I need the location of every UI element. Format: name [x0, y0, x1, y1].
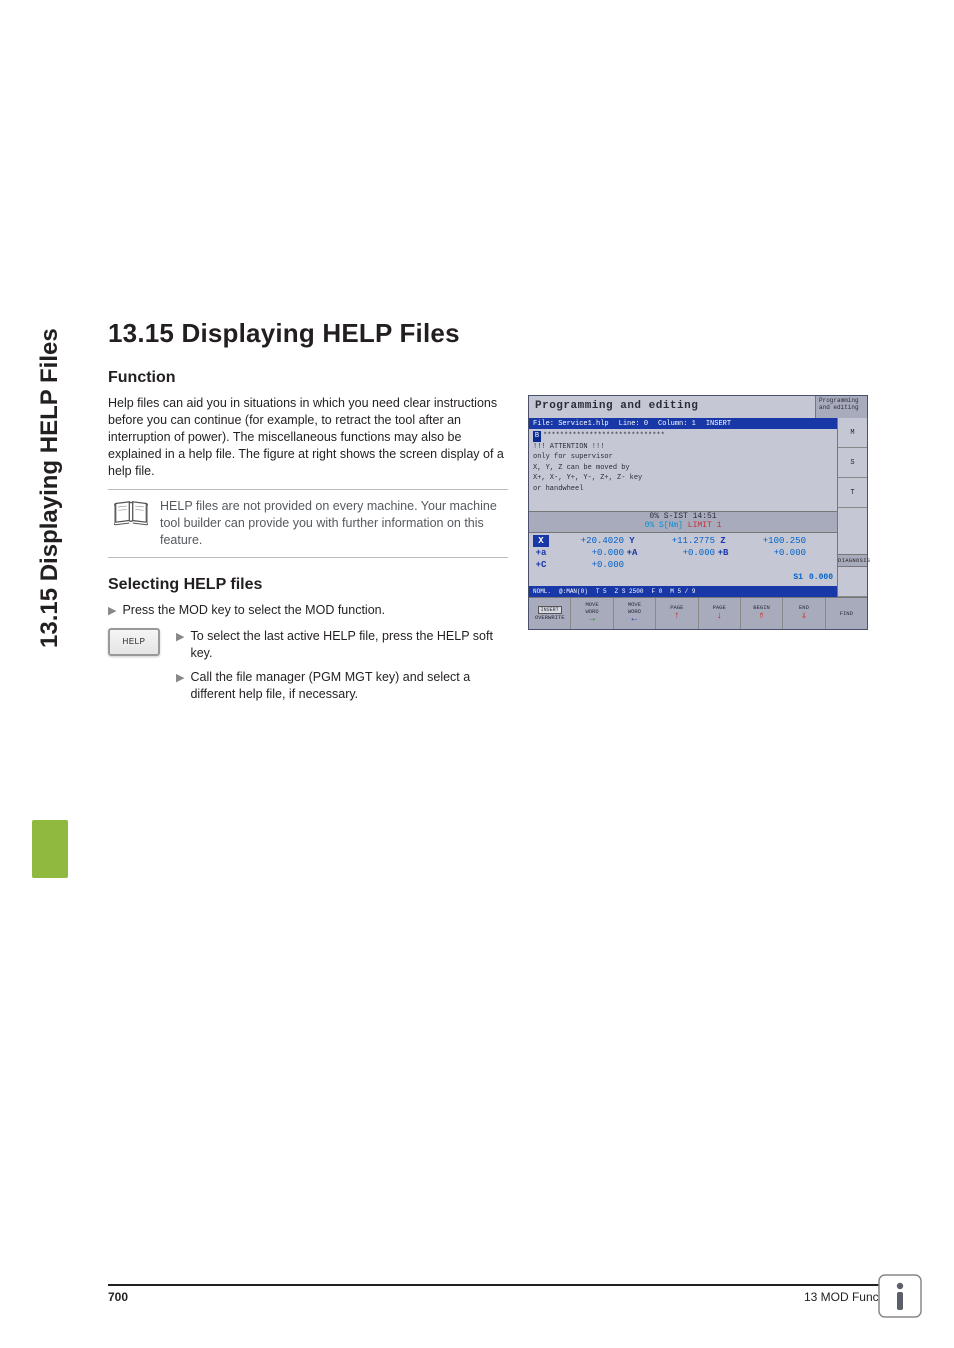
triangle-icon: ▶ [108, 602, 116, 619]
val-B: +0.000 [734, 547, 806, 559]
ss-diag[interactable]: DIAGNOSIS [838, 554, 867, 567]
ss-ed-0: ***************************** [543, 432, 665, 440]
ss-col: Column: 1 [658, 420, 696, 428]
step-1-text: Press the MOD key to select the MOD func… [122, 602, 385, 620]
footer: 700 13 MOD Functions [108, 1284, 904, 1304]
page-number: 700 [108, 1290, 128, 1304]
screenshot: Programming and editing Programming and … [528, 395, 868, 630]
book-icon [114, 498, 148, 526]
ss-mode: INSERT [706, 420, 731, 428]
bb-d: Z S 2500 [611, 588, 648, 595]
ss-editor[interactable]: B***************************** !!! ATTEN… [529, 429, 837, 511]
ss-ed-1: !!! ATTENTION !!! [533, 442, 833, 453]
section-selecting-title: Selecting HELP files [108, 576, 508, 594]
ax-x: X [533, 535, 549, 547]
s-val: 0.000 [809, 573, 833, 584]
info-icon[interactable] [878, 1274, 922, 1318]
triangle-icon: ▶ [176, 669, 184, 686]
step-2: ▶ To select the last active HELP file, p… [176, 628, 508, 663]
ss-rbtn-more[interactable] [838, 567, 867, 597]
sk-move-word-r[interactable]: MOVE WORD → [571, 598, 613, 629]
arrow-up-icon: ↑ [674, 612, 680, 622]
val-A: +0.000 [643, 547, 715, 559]
arrow-down-icon: ⇓ [801, 612, 807, 622]
ss-rbtn-t[interactable]: T [838, 478, 867, 508]
sk-move-word-l[interactable]: MOVE WORD ← [614, 598, 656, 629]
section-function-title: Function [108, 369, 898, 387]
sk-begin[interactable]: BEGIN ⇑ [741, 598, 783, 629]
step-3: ▶ Call the file manager (PGM MGT key) an… [176, 669, 508, 704]
ss-ed-6: or handwheel [533, 484, 833, 495]
ax-B: +B [715, 547, 731, 559]
side-accent [32, 820, 68, 878]
ax-z: Z [715, 535, 731, 547]
arrow-right-icon: → [589, 615, 595, 625]
ss-bottombar: NOML. @:MAN(0) T 5 Z S 2500 F 0 M 5 / 9 [529, 586, 837, 597]
val-a: +0.000 [552, 547, 624, 559]
ss-ed-5: X+, X-, Y+, Y-, Z+, Z- key [533, 473, 833, 484]
val-z: +100.250 [734, 535, 806, 547]
note-text: HELP files are not provided on every mac… [160, 498, 502, 549]
ss-line: Line: 0 [619, 420, 648, 428]
s-label: S1 [793, 573, 803, 584]
bb-c: T 5 [592, 588, 611, 595]
step-3-text: Call the file manager (PGM MGT key) and … [190, 669, 508, 704]
ax-A: +A [624, 547, 640, 559]
sk-find[interactable]: FIND [826, 598, 867, 629]
arrow-left-icon: ← [631, 615, 637, 625]
val-C: +0.000 [552, 559, 624, 571]
ss-title: Programming and editing [529, 396, 815, 418]
bb-e: F 0 [647, 588, 666, 595]
ax-a: +a [533, 547, 549, 559]
ss-filebar: File: Service1.hlp Line: 0 Column: 1 INS… [529, 418, 837, 429]
bb-f: M 5 / 9 [666, 588, 699, 595]
note-box: HELP files are not provided on every mac… [108, 489, 508, 558]
bb-b: @:MAN(0) [555, 588, 592, 595]
ss-ed-2: only for supervisor [533, 452, 833, 463]
arrow-up-icon: ⇑ [759, 612, 765, 622]
step-2-text: To select the last active HELP file, pre… [190, 628, 508, 663]
step-2-row: HELP ▶ To select the last active HELP fi… [108, 628, 508, 710]
ss-right-panel: M S T DIAGNOSIS [837, 418, 867, 597]
ss-coords: X+20.4020 Y+11.2775 Z+100.250 +a+0.000 +… [529, 533, 837, 586]
content-area: 13.15 Displaying HELP Files Function Hel… [108, 318, 898, 710]
ss-file: File: Service1.hlp [533, 420, 609, 428]
ax-C: +C [533, 559, 549, 571]
sk-page-up[interactable]: PAGE ↑ [656, 598, 698, 629]
ss-rbtn-s[interactable]: S [838, 448, 867, 478]
step-1: ▶ Press the MOD key to select the MOD fu… [108, 602, 508, 620]
sk-end[interactable]: END ⇓ [783, 598, 825, 629]
ax-y: Y [624, 535, 640, 547]
val-x: +20.4020 [552, 535, 624, 547]
arrow-down-icon: ↓ [716, 612, 722, 622]
ss-rbtn-m[interactable]: M [838, 418, 867, 448]
val-y: +11.2775 [643, 535, 715, 547]
page-heading: 13.15 Displaying HELP Files [108, 318, 898, 349]
ss-corner[interactable]: Programming and editing [815, 396, 867, 418]
triangle-icon: ▶ [176, 628, 184, 645]
sk-page-down[interactable]: PAGE ↓ [699, 598, 741, 629]
help-softkey[interactable]: HELP [108, 628, 160, 656]
ss-status: 0% S-IST 14:51 0% S[Nm] LIMIT 1 [529, 511, 837, 533]
ss-status-2b: LIMIT 1 [688, 521, 722, 530]
function-paragraph: Help files can aid you in situations in … [108, 395, 508, 479]
ss-ed-4: X, Y, Z can be moved by [533, 463, 833, 474]
side-tab-title: 13.15 Displaying HELP Files [32, 320, 68, 700]
sk-insert[interactable]: INSERT OVERWRITE [529, 598, 571, 629]
bb-a: NOML. [529, 588, 555, 595]
ss-softkeys: INSERT OVERWRITE MOVE WORD → MOVE WORD ← [529, 597, 867, 629]
ss-status-2a: 0% S[Nm] [645, 521, 683, 530]
